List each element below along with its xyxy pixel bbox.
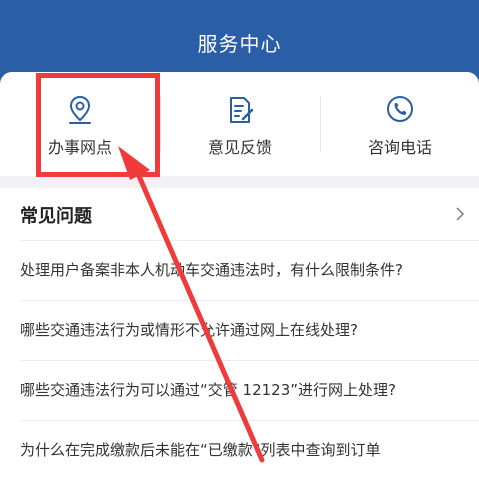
faq-title: 常见问题 [20,206,92,227]
faq-item-text: 哪些交通违法行为可以通过“交管 12123”进行网上处理? [20,381,396,399]
faq-item-text: 处理用户备案非本人机动车交通违法时，有什么限制条件? [20,261,403,279]
faq-item-text: 为什么在完成缴款后未能在“已缴款”列表中查询到订单 [20,441,381,459]
feedback-label: 意见反馈 [207,138,272,157]
chevron-right-icon [456,207,465,221]
map-pin-icon [69,95,91,124]
faq-item[interactable]: 哪些交通违法行为或情形不允许通过网上在线处理? [20,300,479,357]
phone-icon [387,96,413,122]
faq-item[interactable]: 为什么在完成缴款后未能在“已缴款”列表中查询到订单 [20,420,479,477]
quick-actions-card: 办事网点 意见反馈 咨询电话 [0,72,479,176]
service-points-label: 办事网点 [47,138,112,157]
service-points-button[interactable]: 办事网点 [0,72,160,176]
faq-item[interactable]: 哪些交通违法行为可以通过“交管 12123”进行网上处理? [20,360,479,417]
feedback-icon [230,97,254,123]
faq-section: 常见问题 处理用户备案非本人机动车交通违法时，有什么限制条件? 哪些交通违法行为… [0,188,479,479]
faq-item-text: 哪些交通违法行为或情形不允许通过网上在线处理? [20,321,358,339]
hotline-label: 咨询电话 [367,138,432,157]
faq-item[interactable]: 处理用户备案非本人机动车交通违法时，有什么限制条件? [20,240,479,297]
faq-header[interactable]: 常见问题 [0,188,479,240]
page-title: 服务中心 [197,32,282,56]
feedback-button[interactable]: 意见反馈 [160,72,320,176]
hotline-button[interactable]: 咨询电话 [320,72,479,176]
